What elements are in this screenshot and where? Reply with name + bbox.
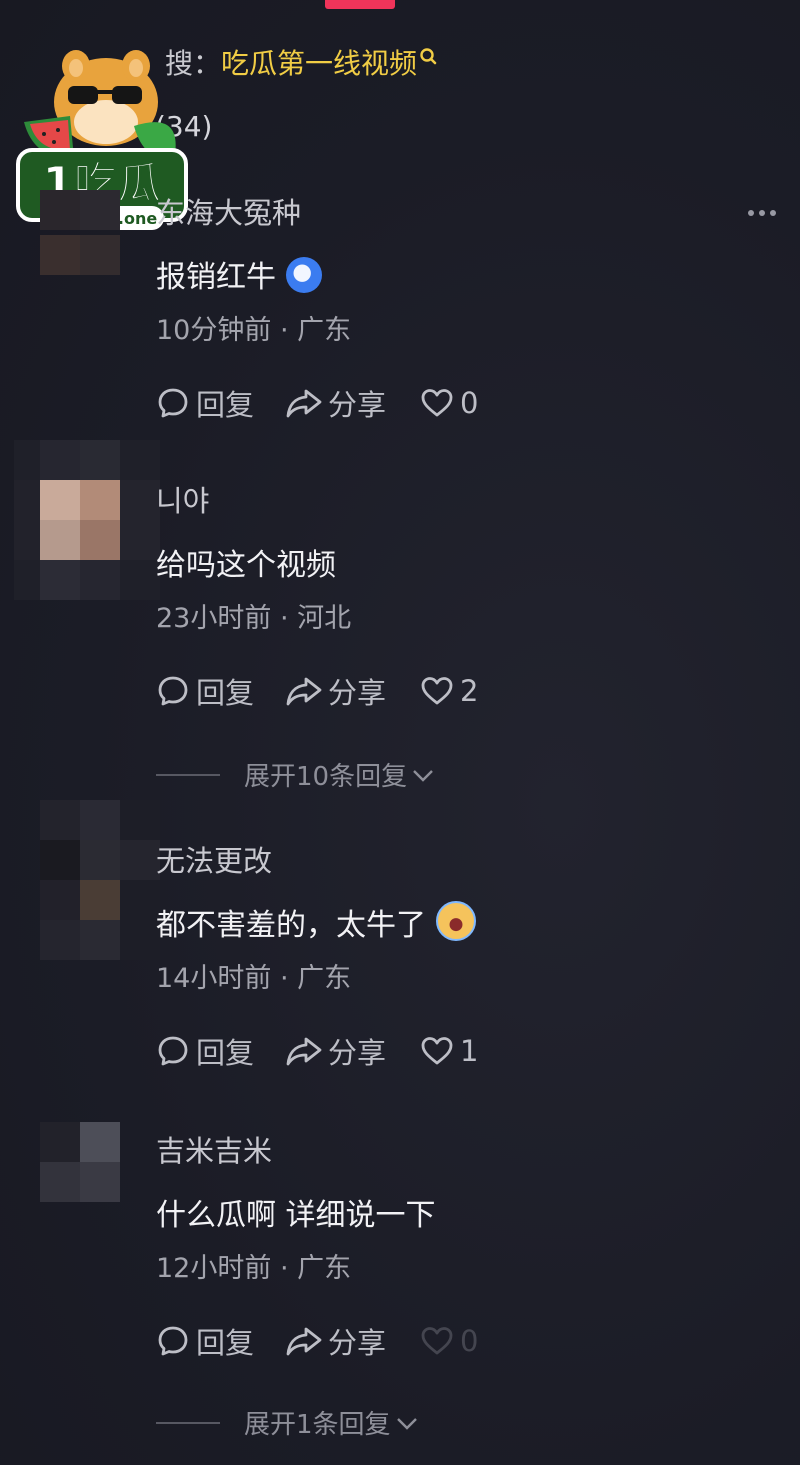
like-button[interactable]: 2 [420, 674, 478, 708]
heart-icon [421, 1327, 453, 1355]
like-count: 0 [460, 1324, 479, 1358]
expand-replies-button[interactable]: 展开10条回复 [156, 756, 435, 793]
comment-actions: 回复 分享 1 [156, 1030, 478, 1072]
heart-icon [421, 1037, 453, 1065]
avatar[interactable] [40, 800, 160, 960]
bubble-emoji-icon [286, 257, 322, 293]
chevron-down-icon [413, 769, 433, 782]
like-count: 1 [460, 1034, 479, 1068]
reply-button[interactable]: 回复 [156, 1320, 254, 1362]
comment-text: 报销红牛 [156, 252, 322, 296]
avatar[interactable] [40, 190, 120, 275]
comment-username[interactable]: 东海大冤种 [156, 190, 301, 232]
reply-button[interactable]: 回复 [156, 670, 254, 712]
comment-meta: 10分钟前 · 广东 [156, 315, 352, 346]
search-query[interactable]: 吃瓜第一线视频 [221, 47, 417, 80]
comment-text: 都不害羞的，太牛了 [156, 900, 476, 944]
avatar[interactable] [40, 1122, 120, 1202]
comment-text: 给吗这个视频 [156, 548, 336, 583]
comment-bubble-icon [158, 388, 188, 418]
like-count: 2 [460, 674, 479, 708]
avatar[interactable] [14, 440, 160, 600]
comment-username[interactable]: 니야 [156, 478, 209, 520]
like-button[interactable]: 0 [420, 1324, 478, 1358]
like-button[interactable]: 1 [420, 1034, 478, 1068]
share-button[interactable]: 分享 [284, 1320, 386, 1362]
divider-line [156, 1421, 220, 1424]
reply-button[interactable]: 回复 [156, 1030, 254, 1072]
comment-actions: 回复 分享 0 [156, 1320, 478, 1362]
laughing-cry-emoji-icon [436, 901, 476, 941]
divider-line [156, 773, 220, 776]
comment-username[interactable]: 吉米吉米 [156, 1128, 272, 1170]
share-arrow-icon [286, 677, 322, 706]
share-button[interactable]: 分享 [284, 382, 386, 424]
share-arrow-icon [286, 1327, 322, 1356]
comment-bubble-icon [158, 1036, 188, 1066]
comment-meta: 12小时前 · 广东 [156, 1253, 352, 1284]
more-icon[interactable] [748, 210, 776, 216]
like-button[interactable]: 0 [420, 386, 478, 420]
comment-actions: 回复 分享 0 [156, 382, 478, 424]
expand-replies-button[interactable]: 展开1条回复 [156, 1404, 419, 1441]
active-tab-indicator [325, 0, 395, 9]
share-arrow-icon [286, 389, 322, 418]
comment-meta: 14小时前 · 广东 [156, 963, 352, 994]
share-button[interactable]: 分享 [284, 1030, 386, 1072]
share-button[interactable]: 分享 [284, 670, 386, 712]
comment-actions: 回复 分享 2 [156, 670, 478, 712]
heart-icon [421, 389, 453, 417]
comment-bubble-icon [158, 676, 188, 706]
search-suggestion[interactable]: 搜：吃瓜第一线视频 [165, 44, 439, 84]
comment-text: 什么瓜啊 详细说一下 [156, 1198, 436, 1233]
chevron-down-icon [396, 1417, 417, 1430]
comment-bubble-icon [158, 1326, 188, 1356]
share-arrow-icon [286, 1037, 322, 1066]
comment-username[interactable]: 无法更改 [156, 838, 272, 880]
comment-meta: 23小时前 · 河北 [156, 603, 352, 634]
heart-icon [421, 677, 453, 705]
like-count: 0 [460, 386, 479, 420]
search-icon [419, 40, 439, 80]
reply-button[interactable]: 回复 [156, 382, 254, 424]
